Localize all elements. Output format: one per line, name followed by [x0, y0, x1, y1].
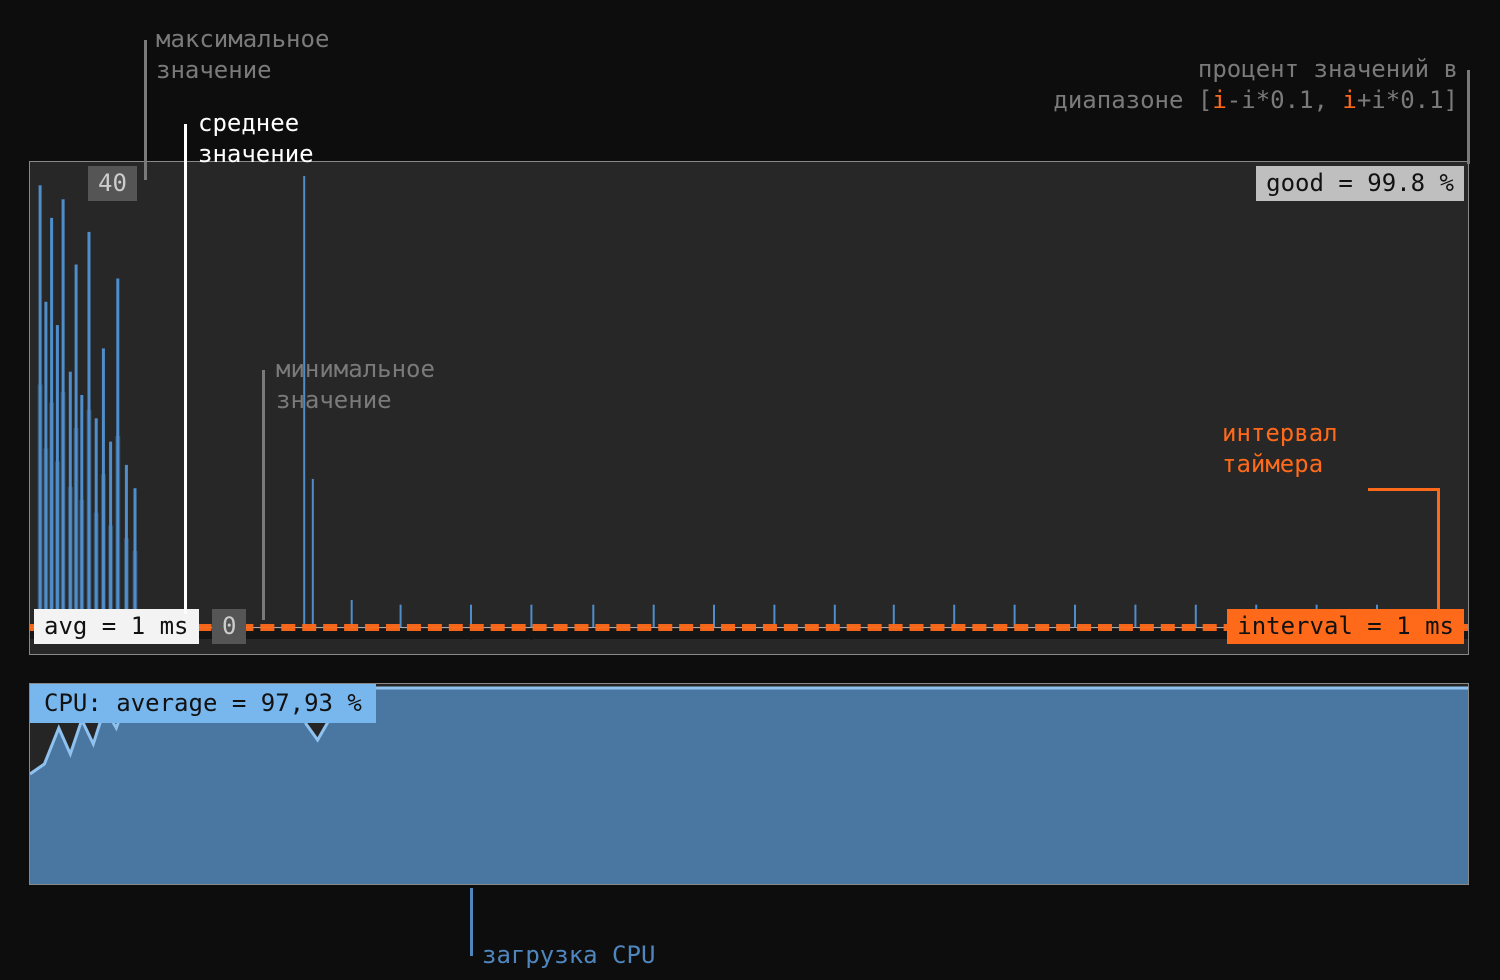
min-value-annotation-line2: значение [276, 386, 392, 414]
good-percentage-chip: good = 99.8 % [1256, 166, 1464, 201]
cpu-load-leader [470, 888, 473, 956]
max-value-leader [144, 40, 147, 180]
max-value-annotation-line1: максимальное [156, 25, 329, 53]
good-pct-leader [1467, 70, 1470, 164]
min-value-annotation: минимальное значение [276, 354, 435, 416]
cpu-average-chip: CPU: average = 97,93 % [30, 684, 376, 723]
interval-annotation-line2: таймера [1222, 450, 1323, 478]
interval-annotation-line1: интервал [1222, 419, 1338, 447]
good-pct-annotation-range-mid1: -i*0.1, [1227, 86, 1343, 114]
interval-value-chip: interval = 1 ms [1227, 609, 1464, 644]
avg-value-leader [184, 124, 187, 614]
good-pct-annotation: процент значений в диапазоне [i-i*0.1, i… [1053, 54, 1458, 116]
cpu-load-chart: CPU: average = 97,93 % [30, 684, 1468, 884]
avg-value-annotation-line2: значение [198, 140, 314, 168]
max-value-chip: 40 [88, 166, 137, 201]
good-pct-annotation-i2: i [1342, 86, 1356, 114]
min-value-annotation-line1: минимальное [276, 355, 435, 383]
good-pct-annotation-range-pre: диапазоне [ [1053, 86, 1212, 114]
good-pct-annotation-line1: процент значений в [1198, 55, 1458, 83]
interval-annotation: интервал таймера [1222, 418, 1338, 480]
interval-leader-h [1368, 488, 1440, 491]
min-value-leader [262, 370, 265, 620]
interval-leader-v [1437, 488, 1440, 614]
max-value-annotation-line2: значение [156, 56, 272, 84]
avg-value-annotation: среднее значение [198, 108, 314, 170]
cpu-load-annotation: загрузка CPU [482, 940, 655, 971]
good-pct-annotation-i1: i [1212, 86, 1226, 114]
avg-value-chip: avg = 1 ms [34, 609, 199, 644]
timer-spikes-plot [30, 162, 1468, 654]
cpu-load-annotation-text: загрузка CPU [482, 941, 655, 969]
max-value-annotation: максимальное значение [156, 24, 329, 86]
timer-latency-chart: 40 good = 99.8 % 0 avg = 1 ms interval =… [30, 162, 1468, 654]
avg-value-annotation-line1: среднее [198, 109, 299, 137]
min-value-chip: 0 [212, 609, 246, 644]
good-pct-annotation-range-mid2: +i*0.1] [1357, 86, 1458, 114]
